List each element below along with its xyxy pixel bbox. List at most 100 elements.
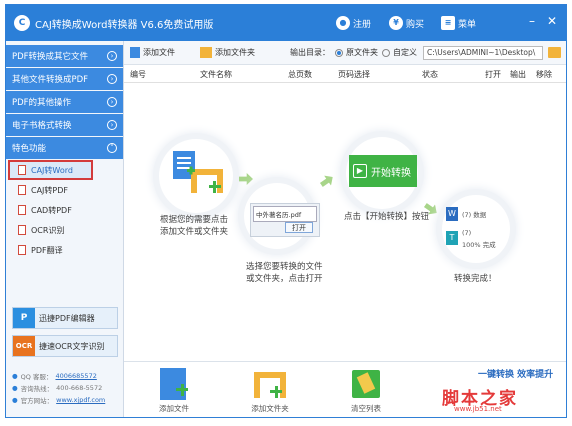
toolbar: 添加文件 添加文件夹 输出目录： 原文件夹 自定义 C:\Users\ADMIN…: [124, 41, 566, 65]
chevron-down-icon: ˅: [107, 143, 117, 153]
document-icon: [18, 165, 26, 175]
sidebar-item-ocr[interactable]: OCR识别: [6, 220, 123, 240]
minimize-icon[interactable]: –: [525, 14, 539, 28]
sidebar-item-cad-to-pdf[interactable]: CAD转PDF: [6, 200, 123, 220]
add-file-icon: [130, 47, 140, 58]
arrow-right-icon: [239, 173, 253, 185]
bottom-clear-list-button[interactable]: 清空列表: [342, 368, 390, 414]
watermark-url: www.jb51.net: [454, 405, 502, 413]
category-label: PDF转换成其它文件: [12, 52, 89, 62]
app-title: CAJ转换成Word转换器 V6.6免费试用版: [35, 20, 214, 31]
bottom-add-file-label: 添加文件: [159, 404, 189, 413]
sidebar: PDF转换成其它文件 › 其他文件转换成PDF › PDF的其他操作 › 电子书…: [6, 41, 124, 417]
sidebar-category-pdf-to-other[interactable]: PDF转换成其它文件 ›: [6, 45, 123, 67]
document-icon: [18, 185, 26, 195]
radio-label: 原文件夹: [346, 48, 378, 57]
progress-bottom: (7): [462, 229, 472, 237]
add-folder-label: 添加文件夹: [215, 48, 255, 57]
user-icon: ●: [336, 16, 350, 30]
bottom-add-file-button[interactable]: 添加文件: [150, 368, 198, 414]
add-folder-icon: [200, 47, 212, 58]
title-bar: C CAJ转换成Word转换器 V6.6免费试用版 ● 注册 ¥ 购买 ≡ 菜单…: [6, 5, 566, 41]
buy-label: 购买: [406, 19, 425, 30]
app-window: C CAJ转换成Word转换器 V6.6免费试用版 ● 注册 ¥ 购买 ≡ 菜单…: [5, 4, 567, 418]
register-button[interactable]: ● 注册: [336, 16, 371, 30]
qq-link[interactable]: 4006685572: [55, 372, 96, 380]
globe-icon: ●: [12, 396, 18, 404]
start-convert-label: 开始转换: [371, 167, 411, 179]
start-convert-illustration: ▶ 开始转换: [349, 155, 417, 187]
dialog-open-button: 打开: [285, 222, 313, 233]
sidebar-item-caj-to-pdf[interactable]: CAJ转PDF: [6, 180, 123, 200]
browse-folder-icon[interactable]: [548, 47, 561, 58]
sidebar-category-special[interactable]: 特色功能 ˅: [6, 137, 123, 159]
sidebar-item-label: CAD转PDF: [31, 205, 72, 215]
promo-label: 迅捷PDF编辑器: [39, 313, 95, 323]
file-table-header: 编号 文件名称 总页数 页码选择 状态 打开 输出 移除: [124, 65, 566, 83]
close-icon[interactable]: ✕: [545, 14, 559, 28]
output-dir-label: 输出目录：: [290, 48, 330, 57]
custom-folder-radio[interactable]: 自定义: [382, 47, 417, 58]
promo-pdf-editor[interactable]: P 迅捷PDF编辑器: [12, 307, 118, 329]
chevron-right-icon: ›: [107, 120, 117, 130]
contact-label: 咨询热线：: [20, 385, 54, 393]
contact-label: QQ 客服：: [20, 373, 53, 381]
phone-icon: ●: [12, 384, 18, 392]
column-header-number: 编号: [130, 70, 146, 79]
bottom-bar: 添加文件 添加文件夹 清空列表 一键转换 效率提升 脚本之家 www.jb51.…: [124, 361, 566, 417]
column-header-output: 输出: [510, 70, 526, 79]
yen-icon: ¥: [389, 16, 403, 30]
chevron-right-icon: ›: [107, 51, 117, 61]
sidebar-item-label: CAJ转PDF: [31, 185, 69, 195]
document-icon: [18, 245, 26, 255]
category-label: 其他文件转换成PDF: [12, 75, 89, 85]
column-header-status: 状态: [422, 70, 438, 79]
menu-button[interactable]: ≡ 菜单: [441, 16, 476, 30]
add-folder-icon: [254, 368, 286, 400]
step3-text: 点击【开始转换】按钮: [344, 212, 430, 222]
phone-number: 400-668-5572: [56, 384, 103, 392]
sidebar-category-pdf-other-ops[interactable]: PDF的其他操作 ›: [6, 91, 123, 113]
bottom-add-folder-label: 添加文件夹: [251, 404, 289, 413]
contact-qq: ● QQ 客服： 4006685572: [12, 371, 97, 381]
sidebar-category-ebook[interactable]: 电子书格式转换 ›: [6, 114, 123, 136]
category-label: 电子书格式转换: [12, 121, 72, 131]
step2-text: 选择您要转换的文件 或文件夹，点击打开: [246, 262, 323, 284]
step1-circle: [159, 139, 233, 213]
register-label: 注册: [353, 19, 372, 30]
promo-label: 捷速OCR文字识别: [39, 341, 105, 351]
progress-percent: 100% 完成: [462, 241, 496, 249]
radio-icon: [382, 48, 390, 57]
play-icon: ▶: [353, 164, 367, 178]
add-file-icon: [158, 368, 190, 400]
usage-guide: 根据您的需要点击 添加文件或文件夹 中外著名历.pdf 打开 选择您要转换的文件…: [124, 83, 566, 361]
column-header-pages: 总页数: [288, 70, 312, 79]
buy-button[interactable]: ¥ 购买: [389, 16, 424, 30]
sidebar-category-other-to-pdf[interactable]: 其他文件转换成PDF ›: [6, 68, 123, 90]
word-icon: W: [446, 207, 458, 221]
column-header-page-select: 页码选择: [338, 70, 370, 79]
bottom-clear-list-label: 清空列表: [351, 404, 381, 413]
bottom-add-folder-button[interactable]: 添加文件夹: [246, 368, 294, 414]
radio-label: 自定义: [393, 48, 417, 57]
step3-circle: ▶ 开始转换: [346, 137, 418, 209]
sidebar-item-pdf-translate[interactable]: PDF翻译: [6, 240, 123, 260]
sidebar-item-label: PDF翻译: [31, 245, 63, 255]
document-icon: [18, 205, 26, 215]
broom-icon: [350, 368, 382, 400]
add-file-button[interactable]: 添加文件: [130, 47, 175, 58]
column-header-open: 打开: [485, 70, 501, 79]
original-folder-radio[interactable]: 原文件夹: [335, 47, 378, 58]
website-link[interactable]: www.xjpdf.com: [56, 396, 105, 404]
add-file-illustration-icon: [173, 151, 223, 193]
dialog-filename: 中外著名历.pdf: [253, 206, 317, 222]
category-label: PDF的其他操作: [12, 98, 72, 108]
output-path-field[interactable]: C:\Users\ADMINI~1\Desktop\: [423, 46, 543, 60]
step2-circle: 中外著名历.pdf 打开: [244, 183, 320, 249]
promo-ocr[interactable]: OCR 捷速OCR文字识别: [12, 335, 118, 357]
sidebar-item-caj-to-word[interactable]: CAJ转Word: [8, 160, 93, 180]
open-dialog-snippet: 中外著名历.pdf 打开: [250, 203, 320, 237]
menu-icon: ≡: [441, 16, 455, 30]
chevron-right-icon: ›: [107, 97, 117, 107]
add-folder-button[interactable]: 添加文件夹: [200, 47, 255, 58]
